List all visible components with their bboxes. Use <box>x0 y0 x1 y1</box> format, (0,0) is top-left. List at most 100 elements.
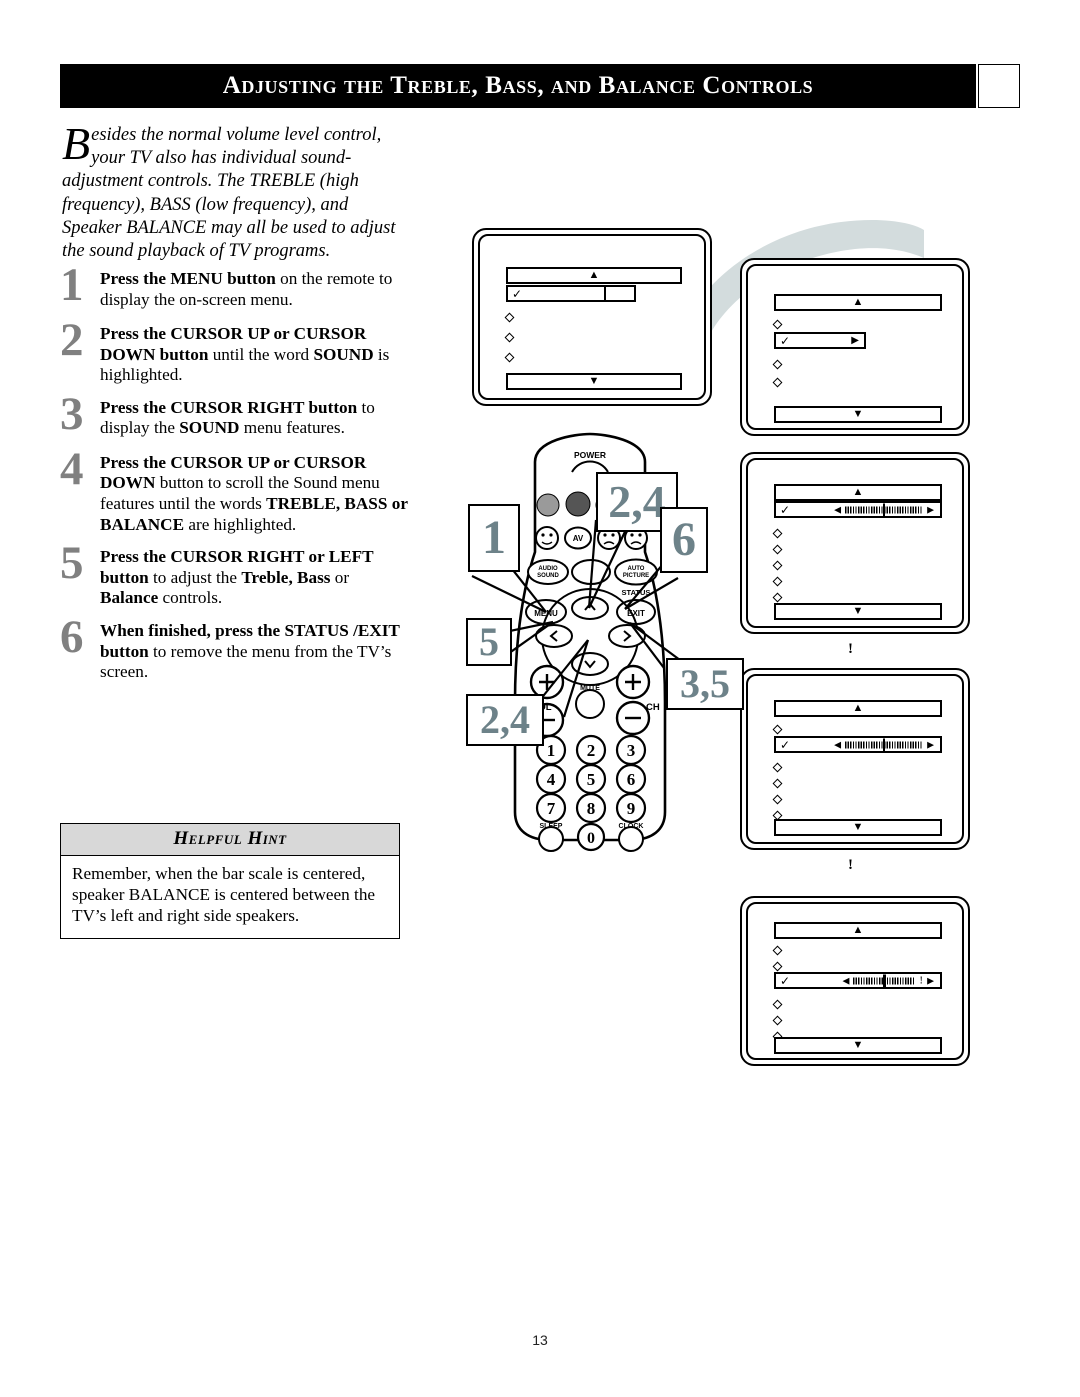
bar-scale-control[interactable]: ◀ ▶ <box>834 738 934 751</box>
osd-highlighted-item[interactable]: ✓ ▶ <box>774 332 866 349</box>
svg-text:8: 8 <box>587 799 596 818</box>
triangle-right-icon[interactable]: ▶ <box>927 505 934 514</box>
osd-scroll-up-bar[interactable]: ▲ <box>774 700 942 717</box>
triangle-up-icon: ▲ <box>588 269 600 281</box>
triangle-down-icon: ▼ <box>852 1039 864 1051</box>
step-text: When finished, press the STATUS /EXIT bu… <box>100 620 400 682</box>
step-text: Press the CURSOR RIGHT or LEFT button to… <box>100 547 374 608</box>
triangle-left-icon[interactable]: ◀ <box>834 505 841 514</box>
osd-menu: ▲ ✓ ◀ ▶ ▼ <box>748 676 962 842</box>
remote-auto-picture-label: AUTO <box>628 566 645 572</box>
tv-screen-panel: ▲ ✓ ▶ ▼ <box>740 258 970 436</box>
svg-text:PICTURE: PICTURE <box>623 573 649 579</box>
tv-screen-bezel: ▲ ✓ ◀ ▶ ▼ <box>746 458 964 628</box>
osd-scroll-up-bar[interactable]: ▲ <box>774 484 942 501</box>
osd-menu-item <box>772 541 783 558</box>
balance-center-mark: ! <box>919 974 924 986</box>
svg-text:9: 9 <box>627 799 636 818</box>
osd-scroll-down-bar[interactable]: ▼ <box>506 373 682 390</box>
osd-highlighted-item[interactable]: ✓ ◀ ▶ <box>774 501 942 518</box>
bar-scale-track <box>853 974 916 987</box>
volume-down-button <box>529 702 565 738</box>
osd-scroll-down-bar[interactable]: ▼ <box>774 603 942 620</box>
diamond-bullet-icon <box>772 560 783 571</box>
remote-audio-sound-label: AUDIO <box>538 566 558 572</box>
osd-menu-item <box>772 1012 783 1029</box>
osd-highlighted-item[interactable]: ✓ ◀ ▶ <box>774 736 942 753</box>
osd-scroll-up-bar[interactable]: ▲ <box>506 267 682 284</box>
diamond-bullet-icon <box>772 724 783 735</box>
osd-scroll-down-bar[interactable]: ▼ <box>774 1037 942 1054</box>
diamond-bullet-icon <box>772 1015 783 1026</box>
osd-scroll-up-bar[interactable]: ▲ <box>774 922 942 939</box>
osd-menu-item <box>772 589 783 606</box>
osd-menu-item <box>504 349 515 366</box>
osd-highlighted-item[interactable]: ✓ ▶ <box>506 285 630 302</box>
svg-text:5: 5 <box>587 770 596 789</box>
intro-dropcap: B <box>62 118 91 169</box>
diamond-bullet-icon <box>772 319 783 330</box>
bar-scale-control[interactable]: ◀ ▶ <box>834 503 934 516</box>
diamond-bullet-icon <box>772 945 783 956</box>
remote-auto-picture-button <box>614 558 658 586</box>
cursor-left-button <box>535 624 573 648</box>
step-item: 2 Press the CURSOR UP or CURSOR DOWN but… <box>60 317 410 386</box>
remote-sleep-label: SLEEP <box>540 823 563 830</box>
cursor-right-button <box>608 624 646 648</box>
osd-menu-item <box>772 996 783 1013</box>
check-icon: ✓ <box>512 286 523 301</box>
tv-screen-panel: ▲ ✓ ◀ ▶ ▼ <box>740 668 970 850</box>
osd-menu: ▲ ✓ ◀ ▶ ▼ <box>748 460 962 626</box>
bar-scale-knob[interactable] <box>883 503 886 516</box>
keypad-button-8 <box>575 792 607 824</box>
bar-scale-control[interactable]: ◀ ! ▶ <box>842 974 934 987</box>
triangle-left-icon[interactable]: ◀ <box>834 740 841 749</box>
triangle-right-icon[interactable]: ▶ <box>927 740 934 749</box>
osd-scroll-down-bar[interactable]: ▼ <box>774 406 942 423</box>
remote-mute-label: MUTE <box>580 685 600 692</box>
step-item: 4 Press the CURSOR UP or CURSOR DOWN but… <box>60 445 410 535</box>
triangle-left-icon[interactable]: ◀ <box>842 976 849 985</box>
diamond-bullet-icon <box>772 544 783 555</box>
remote-smiley-button <box>535 526 559 550</box>
remote-vol-label: VOL <box>532 702 552 713</box>
header-title-bar: Adjusting the Treble, Bass, and Balance … <box>60 64 976 108</box>
osd-menu-item <box>772 573 783 590</box>
remote-smiley-alt-button <box>597 526 621 550</box>
bar-scale-track <box>845 738 924 751</box>
osd-menu-item <box>772 356 783 373</box>
clock-button <box>618 826 644 852</box>
bar-scale-knob[interactable] <box>883 974 886 987</box>
diamond-bullet-icon <box>772 778 783 789</box>
remote-center-button <box>571 559 611 585</box>
step-number: 5 <box>60 537 84 590</box>
page-title: Adjusting the Treble, Bass, and Balance … <box>222 72 814 99</box>
keypad-button-1 <box>535 734 567 766</box>
callout-1: 1 <box>468 504 520 572</box>
check-icon: ✓ <box>780 333 791 348</box>
diamond-bullet-icon <box>772 576 783 587</box>
triangle-right-icon[interactable]: ▶ <box>927 976 934 985</box>
osd-menu-item <box>504 309 515 326</box>
osd-scroll-up-bar[interactable]: ▲ <box>774 294 942 311</box>
osd-menu-item <box>772 807 783 824</box>
step-text: Press the MENU button on the remote to d… <box>100 269 393 309</box>
remote-exit-button <box>616 599 656 625</box>
diamond-bullet-icon <box>772 794 783 805</box>
diamond-bullet-icon <box>772 592 783 603</box>
keypad-button-9 <box>615 792 647 824</box>
volume-up-button <box>529 664 565 700</box>
remote-ch-label: CH <box>646 702 660 713</box>
triangle-up-icon: ▲ <box>852 924 864 936</box>
bar-scale-knob[interactable] <box>883 738 886 751</box>
osd-menu-item <box>772 759 783 776</box>
keypad-button-4 <box>535 763 567 795</box>
cursor-up-button <box>571 596 609 620</box>
check-icon: ✓ <box>780 973 791 988</box>
remote-menu-button <box>525 599 567 625</box>
osd-highlighted-item[interactable]: ✓ ◀ ! ▶ <box>774 972 942 989</box>
bar-scale-track <box>845 503 924 516</box>
keypad-button-7 <box>535 792 567 824</box>
osd-scroll-down-bar[interactable]: ▼ <box>774 819 942 836</box>
intro-text: esides the normal volume level control, … <box>62 125 396 262</box>
